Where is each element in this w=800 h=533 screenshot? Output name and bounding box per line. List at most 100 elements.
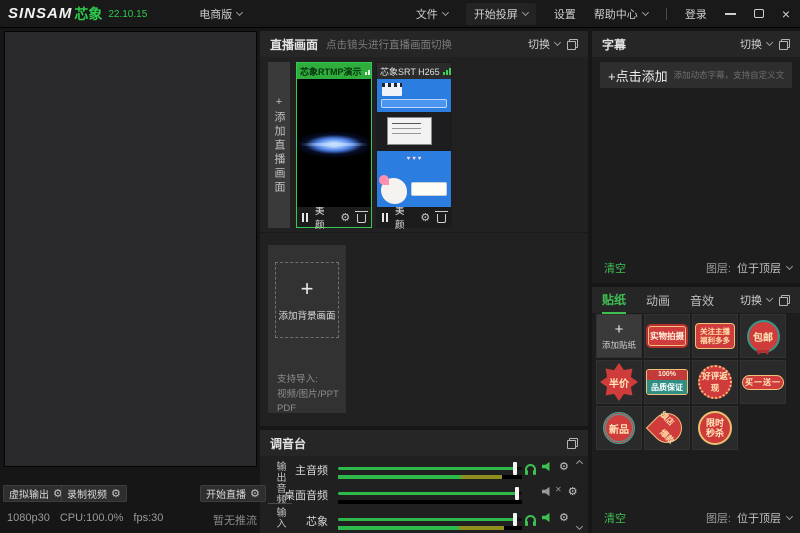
gear-icon[interactable]: ⚙ [250, 488, 260, 499]
menu-start-casting[interactable]: 开始投屏 [466, 3, 536, 25]
slider-handle[interactable] [515, 487, 519, 500]
login-button[interactable]: 登录 [685, 6, 707, 22]
sticker-item[interactable]: 关注主播福利多多 [692, 314, 738, 358]
slider-handle[interactable] [513, 462, 517, 475]
chevron-down-icon [522, 8, 529, 15]
mixer-channel-main: 主音频 ⚙ [260, 458, 588, 482]
sticker-item[interactable]: 半价 [596, 360, 642, 404]
gear-icon[interactable]: ⚙ [420, 212, 430, 223]
mixer-header: 调音台 [260, 430, 588, 456]
speaker-muted-icon[interactable] [542, 487, 553, 497]
volume-slider[interactable] [338, 492, 522, 495]
layer-dropdown[interactable]: 图层: 位于顶层 [706, 510, 792, 526]
clear-subtitles-button[interactable]: 清空 [604, 260, 626, 276]
window-close-button[interactable]: × [782, 7, 790, 21]
gear-icon[interactable]: ⚙ [559, 512, 569, 523]
mixer-channel-desktop: 桌面音频 ✕ ⚙ [260, 483, 588, 507]
clear-stickers-button[interactable]: 清空 [604, 510, 626, 526]
sticker-item[interactable]: 镇店爆款 [644, 406, 690, 450]
add-subtitle-hint: 添加动态字幕，支持自定义文字、内容 [674, 69, 784, 81]
beauty-button[interactable]: 美颜 [395, 203, 413, 231]
minimize-icon [725, 13, 736, 15]
popout-icon[interactable] [567, 438, 578, 449]
switch-dropdown[interactable]: 切换 [528, 36, 560, 52]
switch-dropdown[interactable]: 切换 [740, 292, 772, 308]
add-sticker-button[interactable]: + 添加贴纸 [596, 314, 642, 358]
sticker-item[interactable]: 限时秒杀 [692, 406, 738, 450]
monitor-headphone-icon[interactable] [525, 464, 536, 472]
speaker-icon[interactable] [542, 513, 553, 523]
trash-icon[interactable] [357, 214, 366, 223]
sticker-grid: + 添加贴纸 实物拍摄 关注主播福利多多 包邮 半价 100%品质保证 好评返现… [596, 314, 786, 450]
live-scene-header: 直播画面 点击镜头进行直播画面切换 切换 [260, 31, 588, 57]
menu-file[interactable]: 文件 [416, 6, 448, 22]
pause-icon[interactable] [382, 213, 388, 222]
gear-icon[interactable]: ⚙ [111, 488, 121, 499]
pause-icon[interactable] [302, 213, 308, 222]
start-live-button[interactable]: 开始直播⚙ [200, 485, 266, 502]
camera-video-preview[interactable]: ♥♥♥ [377, 79, 451, 207]
sticker-item[interactable]: 买一送一 [740, 360, 786, 404]
background-card: + 添加背景画面 支持导入: 视频/图片/PPT PDF [268, 245, 346, 413]
chevron-down-icon [786, 513, 793, 520]
menu-help-center[interactable]: 帮助中心 [594, 6, 648, 22]
gear-icon[interactable]: ⚙ [340, 212, 350, 223]
volume-slider[interactable] [338, 467, 522, 470]
sticker-item[interactable]: 好评返现 [692, 360, 738, 404]
camera-thumbnail-srt[interactable]: 芯象SRT H265 ♥♥♥ 美颜 ⚙ [376, 62, 452, 228]
sticker-item[interactable]: 100%品质保证 [644, 360, 690, 404]
video-content [377, 167, 451, 207]
app-logo: SINSAM [8, 5, 72, 22]
tab-sound-effects[interactable]: 音效 [690, 287, 714, 313]
sticker-item[interactable]: 实物拍摄 [644, 314, 690, 358]
popout-icon[interactable] [779, 39, 790, 50]
chevron-down-icon [442, 8, 449, 15]
panel-title: 调音台 [270, 435, 306, 452]
main-preview-canvas[interactable] [4, 31, 257, 467]
panel-title: 字幕 [602, 36, 626, 53]
volume-slider[interactable] [338, 518, 522, 521]
video-content [297, 128, 371, 161]
tab-animations[interactable]: 动画 [646, 287, 670, 313]
speaker-icon[interactable] [542, 462, 553, 472]
video-content [377, 112, 451, 150]
monitor-headphone-icon[interactable] [525, 515, 536, 523]
version-label: 22.10.15 [108, 9, 147, 20]
window-maximize-button[interactable] [754, 9, 764, 18]
window-minimize-button[interactable] [725, 13, 736, 15]
chevron-down-icon [786, 263, 793, 270]
menu-settings[interactable]: 设置 [554, 6, 576, 22]
sticker-item[interactable]: 包邮 [740, 314, 786, 358]
virtual-output-button[interactable]: 虚拟输出⚙ [3, 485, 69, 502]
beauty-button[interactable]: 美颜 [315, 203, 333, 231]
gear-icon[interactable]: ⚙ [559, 461, 569, 472]
popout-icon[interactable] [779, 295, 790, 306]
record-video-button[interactable]: 录制视频⚙ [61, 485, 127, 502]
sticker-item[interactable]: 新品 [596, 406, 642, 450]
camera-thumbnail-rtmp[interactable]: 芯象RTMP演示 美颜 ⚙ [296, 62, 372, 228]
camera-video-preview[interactable] [297, 79, 371, 207]
add-background-button[interactable]: + 添加背景画面 [275, 262, 339, 338]
status-stats: 1080p30 CPU:100.0% fps:30 [7, 512, 163, 524]
add-subtitle-button[interactable]: +点击添加 添加动态字幕，支持自定义文字、内容 [600, 62, 792, 88]
edition-dropdown[interactable]: 电商版 [199, 6, 242, 22]
scroll-down-icon[interactable] [575, 523, 582, 530]
scroll-up-icon[interactable] [575, 460, 582, 467]
sticker-header: 贴纸 动画 音效 切换 [592, 287, 800, 313]
signal-bars-icon [443, 68, 451, 75]
popout-icon[interactable] [567, 39, 578, 50]
maximize-icon [754, 9, 764, 18]
panel-hint: 点击镜头进行直播画面切换 [326, 37, 452, 52]
slider-handle[interactable] [513, 513, 517, 526]
mixer-scrollbar[interactable] [574, 458, 584, 529]
video-content [377, 79, 451, 112]
divider [666, 8, 667, 20]
add-camera-button[interactable]: +添加直播画面 [268, 62, 290, 228]
layer-dropdown[interactable]: 图层: 位于顶层 [706, 260, 792, 276]
plus-icon: + [615, 322, 624, 337]
switch-dropdown[interactable]: 切换 [740, 36, 772, 52]
import-hint: 支持导入: 视频/图片/PPT PDF [277, 373, 339, 417]
tab-stickers[interactable]: 贴纸 [602, 286, 626, 314]
level-meter [338, 526, 522, 530]
trash-icon[interactable] [437, 214, 446, 223]
